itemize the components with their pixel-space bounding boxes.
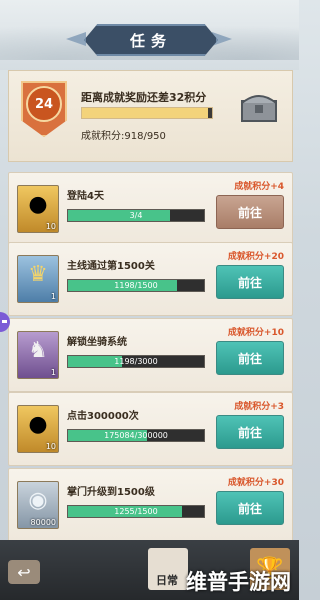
go-button[interactable]: 前往 (216, 415, 284, 449)
achievement-progress-bar (81, 107, 213, 119)
achievement-score: 成就积分:918/950 (81, 131, 166, 142)
back-arrow-icon[interactable]: ↩ (8, 560, 40, 584)
achievement-headline: 距离成就奖励还差32积分 (81, 91, 207, 104)
task-reward: 成就积分+20 (227, 252, 284, 262)
task-progress-text: 1198/3000 (114, 357, 158, 366)
task-name: 掌门升级到1500级 (67, 487, 155, 498)
task-progress-bar: 175084/300000 (67, 429, 205, 442)
crown-badge-icon: ♛ 1 (17, 255, 59, 303)
task-name: 点击300000次 (67, 411, 139, 422)
go-button[interactable]: 前往 (216, 195, 284, 229)
go-button[interactable]: 前往 (216, 491, 284, 525)
go-button[interactable]: 前往 (216, 265, 284, 299)
task-card: ♞ 1 解锁坐骑系统 1198/3000 成就积分+10 前往 (8, 318, 293, 392)
go-button[interactable]: 前往 (216, 341, 284, 375)
task-reward: 成就积分+4 (234, 182, 284, 192)
task-name: 登陆4天 (67, 191, 104, 202)
nav-daily-tab[interactable]: 日常 (148, 548, 188, 590)
gold-ingot-icon: ● 10 (17, 405, 59, 453)
task-card: ● 10 点击300000次 175084/300000 成就积分+3 前往 (8, 392, 293, 466)
level-badge: 24 (26, 86, 62, 122)
task-reward: 成就积分+3 (234, 402, 284, 412)
treasure-chest-icon[interactable] (239, 91, 279, 123)
achievement-panel: 24 距离成就奖励还差32积分 成就积分:918/950 (8, 70, 293, 162)
task-name: 主线通过第1500关 (67, 261, 155, 272)
task-progress-text: 175084/300000 (104, 431, 168, 440)
bottom-nav: ↩ 日常 🏆 维普手游网 (0, 540, 299, 600)
item-count: 10 (45, 442, 56, 451)
silver-coin-icon: ◉ 80000 (17, 481, 59, 529)
task-name: 解锁坐骑系统 (67, 337, 127, 348)
task-reward: 成就积分+30 (227, 478, 284, 488)
item-count: 80000 (30, 518, 56, 527)
horse-icon: ♞ 1 (17, 331, 59, 379)
task-card: ● 10 登陆4天 3/4 成就积分+4 前往 (8, 172, 293, 246)
task-progress-bar: 1255/1500 (67, 505, 205, 518)
watermark: 维普手游网 (186, 570, 291, 594)
task-progress-text: 3/4 (129, 211, 143, 220)
achievement-progress-fill (82, 108, 208, 118)
nav-daily-label: 日常 (156, 574, 178, 587)
task-progress-bar: 3/4 (67, 209, 205, 222)
task-card: ♛ 1 主线通过第1500关 1198/1500 成就积分+20 前往 (8, 242, 293, 316)
title-banner: 任务 (84, 24, 218, 56)
item-count: 1 (50, 292, 56, 301)
task-progress-text: 1255/1500 (114, 507, 158, 516)
item-count: 10 (45, 222, 56, 231)
task-progress-bar: 1198/3000 (67, 355, 205, 368)
page-title: 任务 (129, 31, 172, 50)
level-number: 24 (34, 96, 54, 112)
item-count: 1 (50, 368, 56, 377)
task-reward: 成就积分+10 (227, 328, 284, 338)
task-progress-text: 1198/1500 (114, 281, 158, 290)
task-card: ◉ 80000 掌门升级到1500级 1255/1500 成就积分+30 前往 (8, 468, 293, 542)
task-progress-bar: 1198/1500 (67, 279, 205, 292)
gold-ingot-icon: ● 10 (17, 185, 59, 233)
